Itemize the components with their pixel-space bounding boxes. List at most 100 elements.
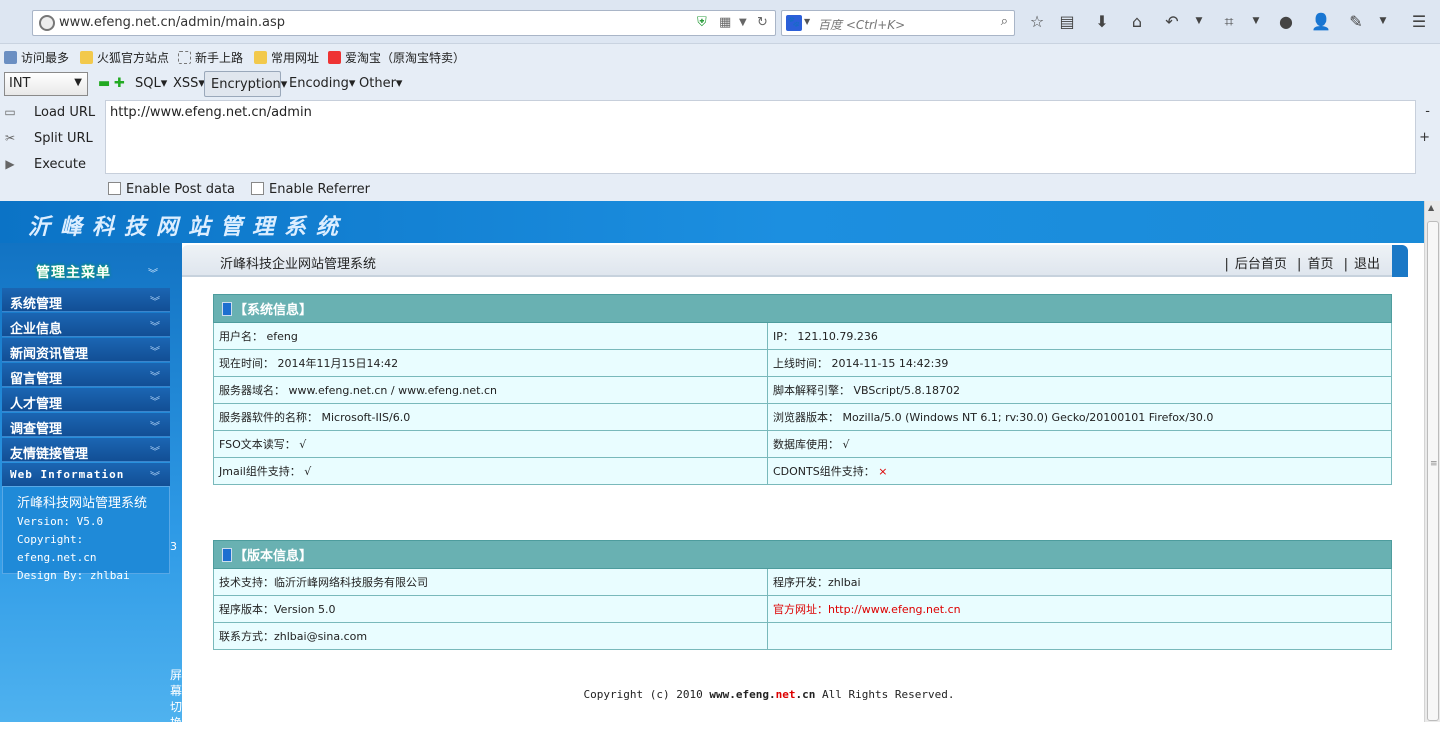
enable-post-checkbox[interactable]: Enable Post data — [108, 181, 235, 197]
sidebar-item-links[interactable]: 友情链接管理 ︾ — [2, 438, 170, 462]
table-row: 程序版本：Version 5.0 官方网址：http://www.efeng.ne… — [213, 595, 1392, 623]
menu-icon[interactable]: ☰ — [1409, 12, 1429, 31]
undo-icon[interactable]: ↶ — [1162, 12, 1182, 31]
user-icon[interactable]: 👤 — [1311, 12, 1331, 31]
sidebar-item-company[interactable]: 企业信息 ︾ — [2, 313, 170, 337]
chevron-down-icon: ︾ — [150, 347, 160, 358]
admin-sidebar: 管理主菜单 ︾ 系统管理 ︾ 企业信息 ︾ 新闻资讯管理 ︾ 留言管理 ︾ 人才管理 ︾ … — [0, 243, 182, 730]
home-link[interactable]: 首页 — [1307, 257, 1333, 272]
sidebar-item-survey[interactable]: 调查管理 ︾ — [2, 413, 170, 437]
scissors-icon: ✂ — [4, 131, 16, 145]
expand-button[interactable]: + — [1419, 130, 1430, 145]
hackbar-actions: ▭ Load URL ✂ Split URL ▶ Execute — [0, 100, 100, 180]
table-row: FSO文本读写： √ 数据库使用： √ — [213, 430, 1392, 458]
home-icon[interactable]: ⌂ — [1127, 12, 1147, 31]
logout-link[interactable]: 退出 — [1354, 257, 1380, 272]
chevron-down-icon: ︾ — [150, 322, 160, 333]
crop-icon[interactable]: ⌗ — [1219, 12, 1239, 32]
folder-icon — [254, 51, 267, 64]
addon-dropdown-icon[interactable]: ▼ — [1373, 16, 1393, 26]
crop-dropdown-icon[interactable]: ▼ — [1246, 16, 1266, 26]
browser-chrome: www.efeng.net.cn/admin/main.asp ⛨ ▦ ▼ ↻ … — [0, 0, 1440, 201]
sidebar-item-system[interactable]: 系统管理 ︾ — [2, 288, 170, 312]
content-header: 沂峰科技企业网站管理系统 | 后台首页 | 首页 | 退出 — [182, 245, 1408, 277]
engine-dropdown-icon[interactable]: ▼ — [804, 17, 810, 26]
address-text[interactable]: www.efeng.net.cn/admin/main.asp — [59, 15, 285, 30]
dropdown-icon[interactable]: ▼ — [739, 17, 747, 28]
vertical-scrollbar[interactable]: ▲ ≡ — [1424, 201, 1440, 722]
bookmark-common-sites[interactable]: 常用网址 — [254, 49, 319, 66]
system-info-table: 【系统信息】 用户名： efeng IP： 121.10.79.236 现在时间：… — [213, 294, 1392, 485]
url-textarea[interactable]: http://www.efeng.net.cn/admin — [105, 100, 1416, 174]
menu-encoding[interactable]: Encoding▾ — [289, 76, 355, 91]
chevron-down-icon: ︾ — [150, 472, 160, 483]
banner-title: 沂峰科技网站管理系统 — [28, 214, 349, 240]
chat-icon[interactable]: ● — [1276, 12, 1296, 31]
sidebar-item-guestbook[interactable]: 留言管理 ︾ — [2, 363, 170, 387]
addon-icon[interactable]: ✎ — [1346, 12, 1366, 31]
star-icon[interactable]: ☆ — [1027, 12, 1047, 31]
nav-toolbar: www.efeng.net.cn/admin/main.asp ⛨ ▦ ▼ ↻ … — [0, 0, 1440, 44]
reload-icon[interactable]: ↻ — [757, 15, 768, 30]
admin-home-link[interactable]: 后台首页 — [1235, 257, 1287, 272]
taobao-icon — [328, 51, 341, 64]
version-info-table: 【版本信息】 技术支持：临沂沂峰网络科技服务有限公司 程序开发：zhlbai 程序… — [213, 540, 1392, 650]
globe-icon — [39, 15, 55, 31]
block-icon — [222, 302, 232, 316]
menu-encryption[interactable]: Encryption▾ — [204, 71, 287, 97]
block-icon — [222, 548, 232, 562]
admin-content: 沂峰科技企业网站管理系统 | 后台首页 | 首页 | 退出 【系统信息】 用户名： e… — [182, 243, 1424, 722]
web-information-panel: 沂峰科技网站管理系统 Version: V5.0 Copyright: efen… — [2, 486, 170, 582]
chevron-down-icon: ︾ — [150, 422, 160, 433]
chevron-down-icon: ︾ — [150, 372, 160, 383]
shrink-button[interactable]: - — [1425, 104, 1430, 119]
chevron-down-icon: ▼ — [74, 77, 82, 88]
chevron-down-icon: ︾ — [150, 447, 160, 458]
enable-referrer-checkbox[interactable]: Enable Referrer — [251, 181, 370, 197]
official-site-link[interactable]: 官方网址：http://www.efeng.net.cn — [767, 595, 1392, 623]
int-select[interactable]: INT ▼ — [4, 72, 88, 96]
menu-head: 管理主菜单 — [36, 265, 111, 281]
load-url-button[interactable]: ▭ Load URL — [0, 100, 95, 124]
sidebar-item-talent[interactable]: 人才管理 ︾ — [2, 388, 170, 412]
bookmark-most-visited[interactable]: 访问最多 — [4, 49, 69, 66]
table-row: 服务器域名： www.efeng.net.cn / www.efeng.net.… — [213, 376, 1392, 404]
grip-icon: ≡ — [1430, 459, 1438, 469]
table-row: 联系方式：zhlbai@sina.com — [213, 622, 1392, 650]
address-bar[interactable]: www.efeng.net.cn/admin/main.asp ⛨ ▦ ▼ ↻ — [32, 10, 776, 36]
chevron-down-icon[interactable]: ︾ — [148, 265, 158, 280]
undo-dropdown-icon[interactable]: ▼ — [1189, 16, 1209, 26]
menu-xss[interactable]: XSS▾ — [173, 76, 205, 91]
page-icon — [178, 51, 191, 64]
split-url-button[interactable]: ✂ Split URL — [0, 126, 93, 150]
bookmark-aitaobao[interactable]: 爱淘宝（原淘宝特卖） — [328, 49, 465, 66]
chevron-down-icon: ︾ — [150, 397, 160, 408]
baidu-icon[interactable]: 🐾 — [786, 15, 802, 31]
post-options: Enable Post data Enable Referrer — [108, 180, 370, 198]
table-row: Jmail组件支持： √ CDONTS组件支持： × — [213, 457, 1392, 485]
plus-green-icon[interactable]: ✚ — [114, 76, 125, 91]
reading-list-icon[interactable]: ▤ — [1057, 12, 1077, 31]
execute-button[interactable]: ▶ Execute — [0, 152, 86, 176]
search-icon[interactable]: ⌕ — [1001, 14, 1008, 29]
shield-icon[interactable]: ⛨ — [697, 15, 707, 30]
sidebar-item-news[interactable]: 新闻资讯管理 ︾ — [2, 338, 170, 362]
sidebar-item-webinfo[interactable]: Web Information ︾ — [2, 463, 170, 487]
download-icon[interactable]: ⬇ — [1092, 12, 1112, 31]
qrcode-icon[interactable]: ▦ — [719, 15, 731, 30]
footer-site-link[interactable]: www.efeng.net.cn — [709, 688, 815, 701]
minus-green-icon[interactable]: ▬ — [98, 76, 110, 91]
scroll-up-icon[interactable]: ▲ — [1428, 203, 1434, 212]
bookmark-getting-started[interactable]: 新手上路 — [178, 49, 243, 66]
load-icon: ▭ — [4, 105, 16, 119]
menu-other[interactable]: Other▾ — [359, 76, 402, 91]
scrollbar-thumb[interactable] — [1427, 221, 1439, 721]
bookmark-firefox-site[interactable]: 火狐官方站点 — [80, 49, 169, 66]
chevron-down-icon: ︾ — [150, 297, 160, 308]
search-bar[interactable]: 🐾 ▼ 百度 <Ctrl+K> ⌕ — [781, 10, 1015, 36]
table-row: 用户名： efeng IP： 121.10.79.236 — [213, 322, 1392, 350]
screen-toggle[interactable]: 屏幕切换 — [170, 667, 182, 731]
top-links: | 后台首页 | 首页 | 退出 — [1224, 257, 1381, 272]
play-icon: ▶ — [5, 157, 15, 171]
menu-sql[interactable]: SQL▾ — [135, 76, 167, 91]
